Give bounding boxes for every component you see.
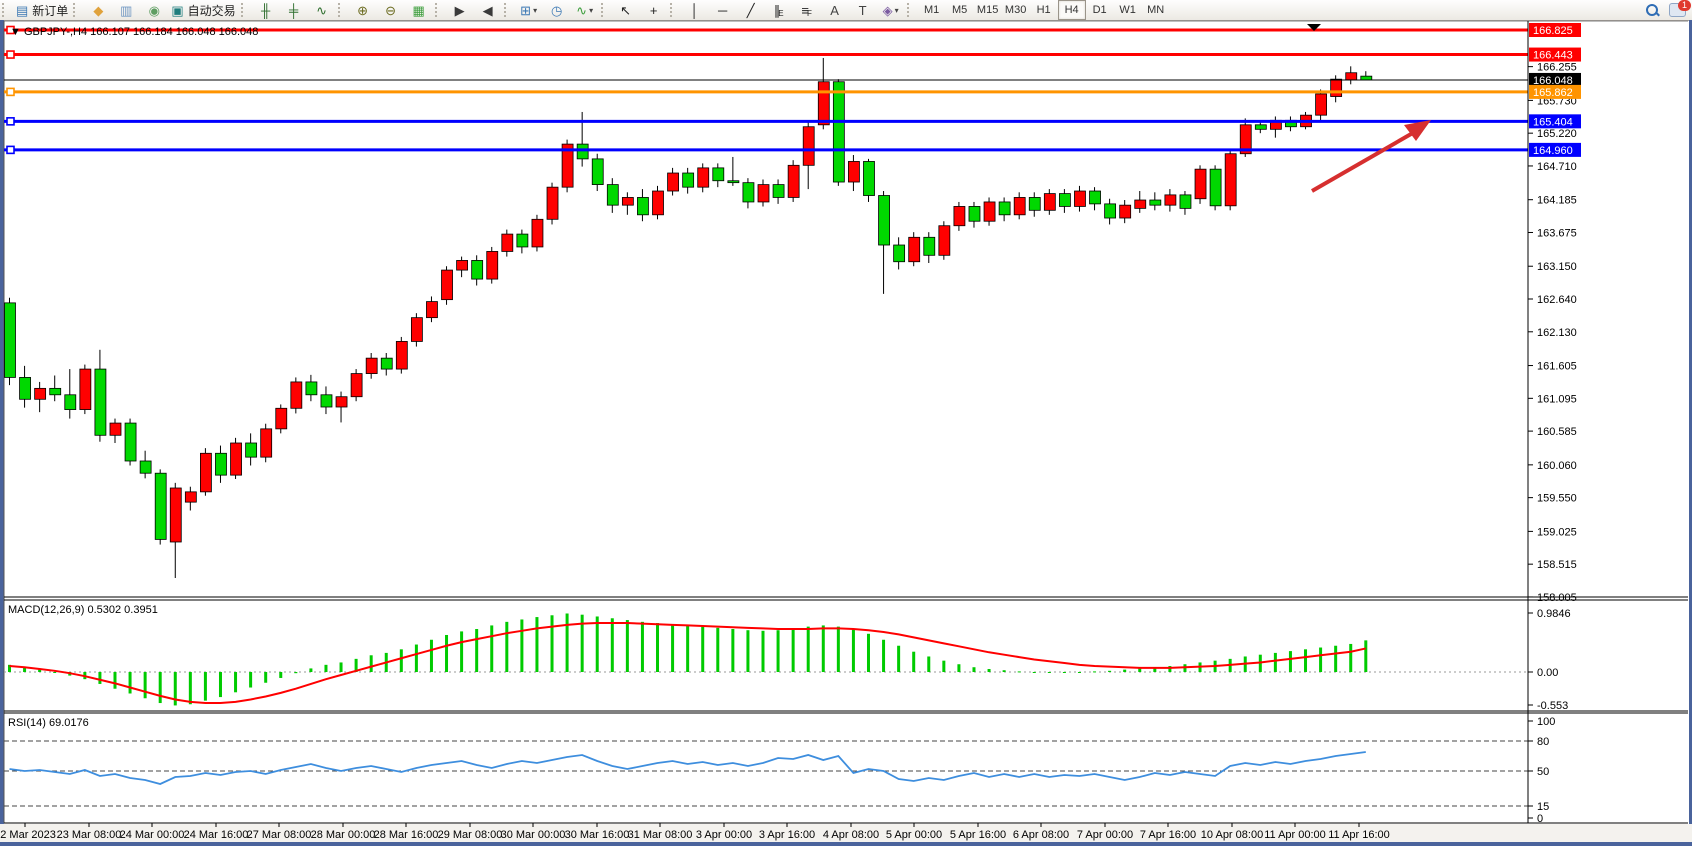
chart-title: ▼ GBPJPY-,H4 166.107 166.184 166.048 166… <box>10 26 258 38</box>
price-line-166-825-badge-label: 166.825 <box>1533 25 1573 37</box>
price-tick-label: 159.025 <box>1537 526 1577 538</box>
price-line-165-404-handle[interactable] <box>7 118 14 125</box>
time-axis-label: 3 Apr 16:00 <box>759 829 815 841</box>
price-tick-label: 160.585 <box>1537 426 1577 438</box>
time-axis-label: 28 Mar 00:00 <box>311 829 376 841</box>
time-axis-label: 23 Mar 08:00 <box>57 829 122 841</box>
macd-tick-label: -0.553 <box>1537 700 1568 712</box>
price-tick-label: 164.185 <box>1537 195 1577 207</box>
mt4-window: { "toolbar": { "groups": [ {"name":"orde… <box>0 0 1692 846</box>
macd-label: MACD(12,26,9) 0.5302 0.3951 <box>8 604 158 616</box>
time-axis-label: 28 Mar 16:00 <box>374 829 439 841</box>
time-axis-label: 31 Mar 08:00 <box>628 829 693 841</box>
price-tick-label: 161.605 <box>1537 361 1577 373</box>
chart-area: 166.255165.730165.220164.710164.185163.6… <box>0 0 1692 846</box>
time-axis-label: 29 Mar 08:00 <box>438 829 503 841</box>
price-tick-label: 161.095 <box>1537 393 1577 405</box>
time-axis-label: 11 Apr 16:00 <box>1328 829 1390 841</box>
time-axis-label: 22 Mar 2023 <box>0 829 56 841</box>
price-line-166-443-handle[interactable] <box>7 51 14 58</box>
price-tick-label: 166.255 <box>1537 62 1577 74</box>
price-line-166-443-badge-label: 166.443 <box>1533 50 1573 62</box>
price-tick-label: 164.710 <box>1537 161 1577 173</box>
price-tick-label: 162.130 <box>1537 327 1577 339</box>
time-axis-label: 7 Apr 00:00 <box>1077 829 1133 841</box>
time-axis-label: 10 Apr 08:00 <box>1201 829 1263 841</box>
price-line-165-404-badge-label: 165.404 <box>1533 116 1573 128</box>
rsi-label: RSI(14) 69.0176 <box>8 717 89 729</box>
rsi-tick-label: 0 <box>1537 813 1543 825</box>
time-axis-label: 30 Mar 16:00 <box>565 829 630 841</box>
price-tick-label: 160.060 <box>1537 460 1577 472</box>
price-tick-label: 165.220 <box>1537 128 1577 140</box>
price-tick-label: 163.150 <box>1537 261 1577 273</box>
macd-tick-label: 0.00 <box>1537 667 1558 679</box>
price-tick-label: 163.675 <box>1537 227 1577 239</box>
time-axis-label: 24 Mar 00:00 <box>120 829 185 841</box>
price-line-165-862-badge-label: 165.862 <box>1533 87 1573 99</box>
price-tick-label: 158.005 <box>1537 592 1577 604</box>
time-axis-label: 11 Apr 00:00 <box>1264 829 1326 841</box>
rsi-tick-label: 80 <box>1537 736 1549 748</box>
time-axis-label: 30 Mar 00:00 <box>501 829 566 841</box>
rsi-tick-label: 15 <box>1537 801 1549 813</box>
price-line-164-960-badge-label: 164.960 <box>1533 145 1573 157</box>
macd-tick-label: 0.9846 <box>1537 608 1571 620</box>
price-line-165-862-handle[interactable] <box>7 88 14 95</box>
time-axis-label: 3 Apr 00:00 <box>696 829 752 841</box>
time-axis-label: 6 Apr 08:00 <box>1013 829 1069 841</box>
time-axis-label: 5 Apr 00:00 <box>886 829 942 841</box>
price-tick-label: 159.550 <box>1537 493 1577 505</box>
time-axis-label: 7 Apr 16:00 <box>1140 829 1196 841</box>
price-tick-label: 158.515 <box>1537 559 1577 571</box>
time-axis-label: 24 Mar 16:00 <box>184 829 249 841</box>
rsi-tick-label: 100 <box>1537 716 1555 728</box>
price-tick-label: 162.640 <box>1537 294 1577 306</box>
rsi-tick-label: 50 <box>1537 766 1549 778</box>
time-axis-label: 5 Apr 16:00 <box>950 829 1006 841</box>
time-axis-label: 4 Apr 08:00 <box>823 829 879 841</box>
price-line-164-960-handle[interactable] <box>7 146 14 153</box>
time-axis-label: 27 Mar 08:00 <box>247 829 312 841</box>
